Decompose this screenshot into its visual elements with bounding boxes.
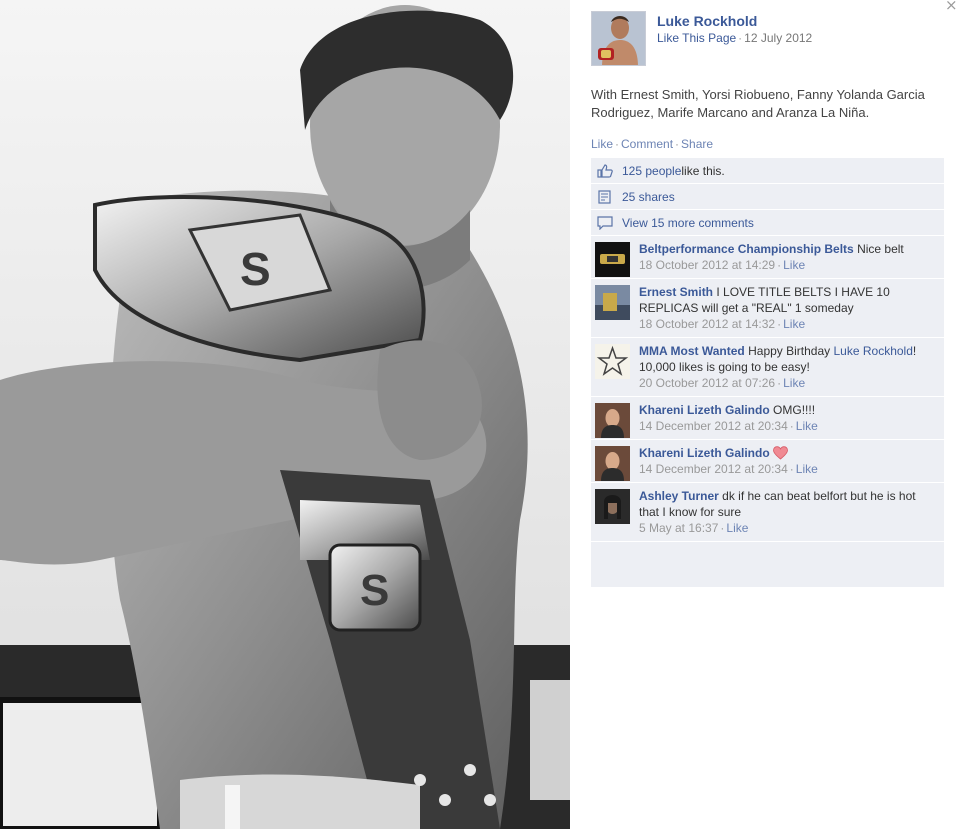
caption-line-1: With Ernest Smith, Yorsi Riobueno, Fanny…	[591, 87, 925, 102]
comment-body: Ashley Turner dk if he can beat belfort …	[639, 488, 938, 520]
like-action-link[interactable]: Like	[591, 137, 613, 151]
comment-item: Khareni Lizeth Galindo OMG!!!! 14 Decemb…	[591, 397, 944, 440]
comment-author[interactable]: Khareni Lizeth Galindo	[639, 403, 770, 417]
comment-item: MMA Most Wanted Happy Birthday Luke Rock…	[591, 338, 944, 397]
comment-body: Beltperformance Championship Belts Nice …	[639, 241, 938, 257]
comment-body: Khareni Lizeth Galindo OMG!!!!	[639, 402, 938, 418]
comment-action-link[interactable]: Comment	[621, 137, 673, 151]
comment-author[interactable]: MMA Most Wanted	[639, 344, 745, 358]
commenter-avatar[interactable]	[595, 242, 630, 277]
commenter-avatar-image	[595, 344, 630, 379]
comment-time[interactable]: 5 May at 16:37	[639, 521, 718, 535]
comment-body: Khareni Lizeth Galindo	[639, 445, 938, 461]
page-meta: Like This Page · 12 July 2012	[657, 31, 812, 45]
comment-item: Beltperformance Championship Belts Nice …	[591, 236, 944, 279]
comment-author[interactable]: Khareni Lizeth Galindo	[639, 446, 770, 460]
commenter-avatar-image	[595, 403, 630, 438]
comment-meta: 18 October 2012 at 14:29 · Like	[639, 257, 938, 273]
comment-like-link[interactable]: Like	[796, 462, 818, 476]
comment-like-link[interactable]: Like	[726, 521, 748, 535]
svg-text:S: S	[360, 566, 389, 615]
heart-icon	[772, 446, 788, 460]
separator-dot: ·	[789, 462, 794, 476]
comment-item: Ashley Turner dk if he can beat belfort …	[591, 483, 944, 542]
shares-row: 25 shares	[591, 184, 944, 210]
photo-illustration: S S	[0, 0, 570, 829]
commenter-avatar[interactable]	[595, 403, 630, 438]
comment-like-link[interactable]: Like	[796, 419, 818, 433]
comment-meta: 5 May at 16:37 · Like	[639, 520, 938, 536]
commenter-avatar[interactable]	[595, 285, 630, 320]
separator-dot: ·	[777, 258, 782, 272]
comment-text: Nice belt	[857, 242, 904, 256]
commenter-avatar-image	[595, 446, 630, 481]
svg-text:S: S	[240, 243, 271, 295]
post-photo[interactable]: S S	[0, 0, 570, 829]
comment-body: Ernest Smith I LOVE TITLE BELTS I HAVE 1…	[639, 284, 938, 316]
comment-meta: 20 October 2012 at 07:26 · Like	[639, 375, 938, 391]
comment-like-link[interactable]: Like	[783, 376, 805, 390]
comment-author[interactable]: Beltperformance Championship Belts	[639, 242, 854, 256]
commenter-avatar-image	[595, 285, 630, 320]
separator-dot: ·	[738, 31, 743, 45]
commenter-avatar-image	[595, 489, 630, 524]
likes-row: 125 people like this.	[591, 158, 944, 184]
comment-like-link[interactable]: Like	[783, 258, 805, 272]
thumbs-up-icon	[597, 163, 613, 178]
commenter-avatar[interactable]	[595, 446, 630, 481]
page-avatar-image	[592, 12, 645, 65]
comment-bubble-icon	[597, 215, 613, 230]
comment-time[interactable]: 14 December 2012 at 20:34	[639, 419, 788, 433]
comment-item: Ernest Smith I LOVE TITLE BELTS I HAVE 1…	[591, 279, 944, 338]
shares-link[interactable]: 25 shares	[622, 190, 675, 204]
comment-author[interactable]: Ernest Smith	[639, 285, 713, 299]
separator-dot: ·	[615, 137, 620, 151]
comment-time[interactable]: 14 December 2012 at 20:34	[639, 462, 788, 476]
separator-dot: ·	[777, 376, 782, 390]
close-icon[interactable]: ×	[945, 0, 958, 14]
share-action-link[interactable]: Share	[681, 137, 713, 151]
comment-meta: 14 December 2012 at 20:34 · Like	[639, 461, 938, 477]
share-icon	[598, 189, 611, 204]
comment-meta: 18 October 2012 at 14:32 · Like	[639, 316, 938, 332]
post-caption: With Ernest Smith, Yorsi Riobueno, Fanny…	[591, 86, 944, 122]
comment-time[interactable]: 18 October 2012 at 14:29	[639, 258, 775, 272]
page-avatar[interactable]	[591, 11, 646, 66]
comment-item: Khareni Lizeth Galindo 14 December 2012 …	[591, 440, 944, 483]
commenter-avatar[interactable]	[595, 489, 630, 524]
view-more-comments-row[interactable]: View 15 more comments	[591, 210, 944, 236]
caption-line-2: Rodriguez, Marife Marcano and Aranza La …	[591, 105, 870, 120]
comment-text-before: Happy Birthday	[748, 344, 831, 358]
comment-time[interactable]: 20 October 2012 at 07:26	[639, 376, 775, 390]
commenter-avatar[interactable]	[595, 344, 630, 379]
likes-count-link[interactable]: 125 people	[622, 164, 681, 178]
separator-dot: ·	[777, 317, 782, 331]
comment-like-link[interactable]: Like	[783, 317, 805, 331]
post-actions: Like · Comment · Share	[591, 137, 713, 151]
commenter-avatar-image	[595, 242, 630, 277]
comment-meta: 14 December 2012 at 20:34 · Like	[639, 418, 938, 434]
separator-dot: ·	[675, 137, 680, 151]
page-name-link[interactable]: Luke Rockhold	[657, 13, 757, 29]
post-date[interactable]: 12 July 2012	[744, 31, 812, 45]
separator-dot: ·	[789, 419, 794, 433]
comment-mention-link[interactable]: Luke Rockhold	[834, 344, 913, 358]
like-this-page-link[interactable]: Like This Page	[657, 31, 736, 45]
feedback-box: 125 people like this. 25 shares View 15 …	[591, 158, 944, 587]
view-more-comments-link[interactable]: View 15 more comments	[622, 216, 754, 230]
comment-text: OMG!!!!	[773, 403, 816, 417]
likes-suffix: like this.	[681, 163, 725, 178]
comment-time[interactable]: 18 October 2012 at 14:32	[639, 317, 775, 331]
comment-author[interactable]: Ashley Turner	[639, 489, 719, 503]
comment-body: MMA Most Wanted Happy Birthday Luke Rock…	[639, 343, 938, 375]
